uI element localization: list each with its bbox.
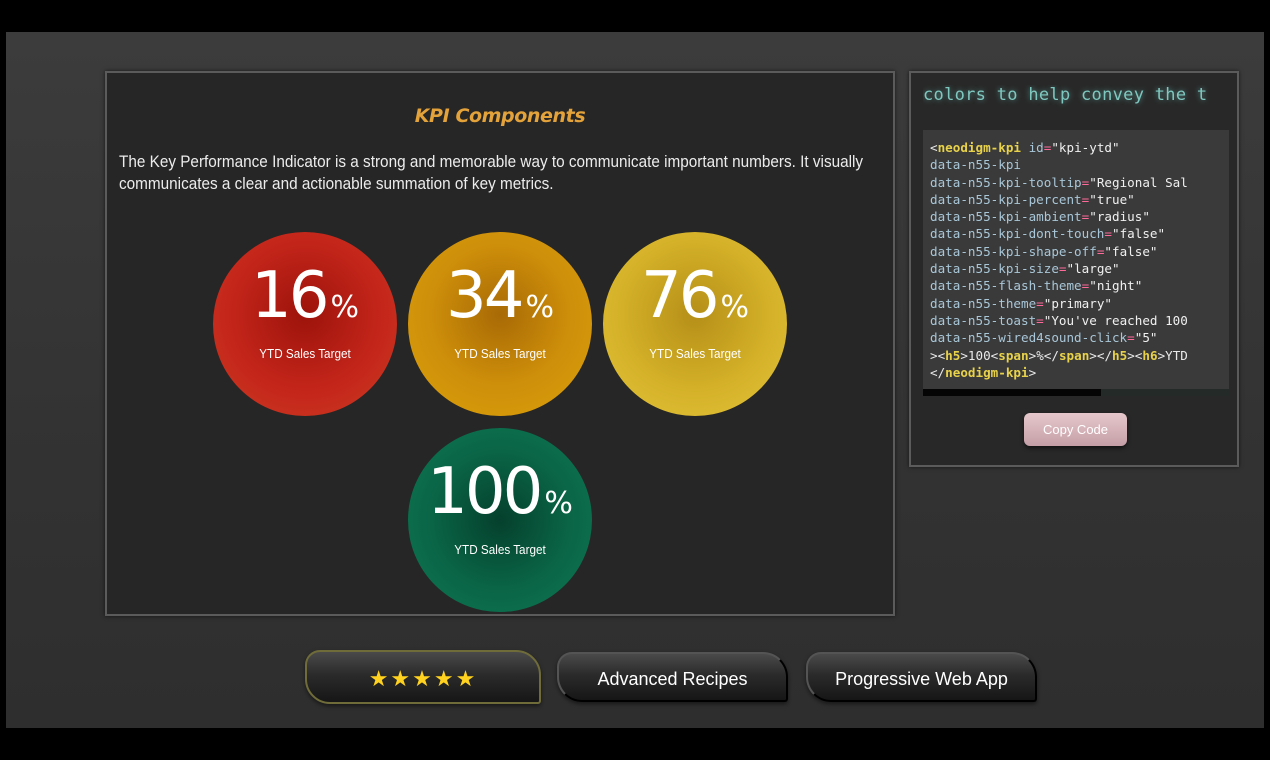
card-title: KPI Components [414,105,586,127]
code-line: data-n55-flash-theme="night" [930,278,1143,294]
code-line: data-n55-kpi-dont-touch="false" [930,226,1166,242]
code-line: data-n55-kpi-size="large" [930,261,1120,277]
kpi-components-card: KPI Components The Key Performance Indic… [105,71,895,616]
code-line: <neodigm-kpi id="kpi-ytd" [930,140,1120,155]
code-line: data-n55-toast="You've reached 100 [930,312,1188,328]
code-block[interactable]: <neodigm-kpi id="kpi-ytd" data-n55-kpi d… [923,130,1229,396]
code-line: data-n55-kpi-percent="true" [930,191,1135,207]
kpi-value: 34% [446,259,554,333]
code-line: data-n55-kpi-tooltip="Regional Sal [930,174,1188,190]
code-line: data-n55-kpi [930,157,1021,173]
code-text: <neodigm-kpi id="kpi-ytd" data-n55-kpi d… [930,139,1188,381]
code-line: data-n55-kpi-shape-off="false" [930,243,1158,259]
kpi-circle-76[interactable]: 76% YTD Sales Target [603,232,787,416]
kpi-label: YTD Sales Target [259,346,351,361]
page-background: KPI Components The Key Performance Indic… [6,32,1264,728]
code-line: data-n55-kpi-ambient="radius" [930,209,1150,225]
copy-code-button[interactable]: Copy Code [1024,413,1127,446]
code-line: data-n55-theme="primary" [930,295,1112,311]
code-sample-card: colors to help convey the t <neodigm-kpi… [909,71,1239,467]
kpi-value: 16% [251,259,359,333]
kpi-label: YTD Sales Target [454,542,546,557]
star-rating-button[interactable]: ★★★★★ [305,650,541,704]
scrolling-marquee-text: colors to help convey the t [923,85,1208,105]
code-line: data-n55-wired4sound-click="5" [930,330,1158,346]
progressive-web-app-button[interactable]: Progressive Web App [806,652,1037,702]
advanced-recipes-button[interactable]: Advanced Recipes [557,652,788,702]
horizontal-scrollbar[interactable] [923,389,1229,396]
card-description: The Key Performance Indicator is a stron… [119,152,864,193]
scrollbar-thumb[interactable] [923,389,1101,396]
code-line: </neodigm-kpi> [930,364,1037,380]
kpi-value: 76% [641,259,749,333]
kpi-circle-100[interactable]: 100% YTD Sales Target [408,428,592,612]
kpi-label: YTD Sales Target [649,346,741,361]
code-line: ><h5>100<span>%</span></h5><h6>YTD [930,347,1188,363]
kpi-label: YTD Sales Target [454,346,546,361]
kpi-circle-34[interactable]: 34% YTD Sales Target [408,232,592,416]
kpi-value: 100% [427,455,573,529]
kpi-circle-16[interactable]: 16% YTD Sales Target [213,232,397,416]
